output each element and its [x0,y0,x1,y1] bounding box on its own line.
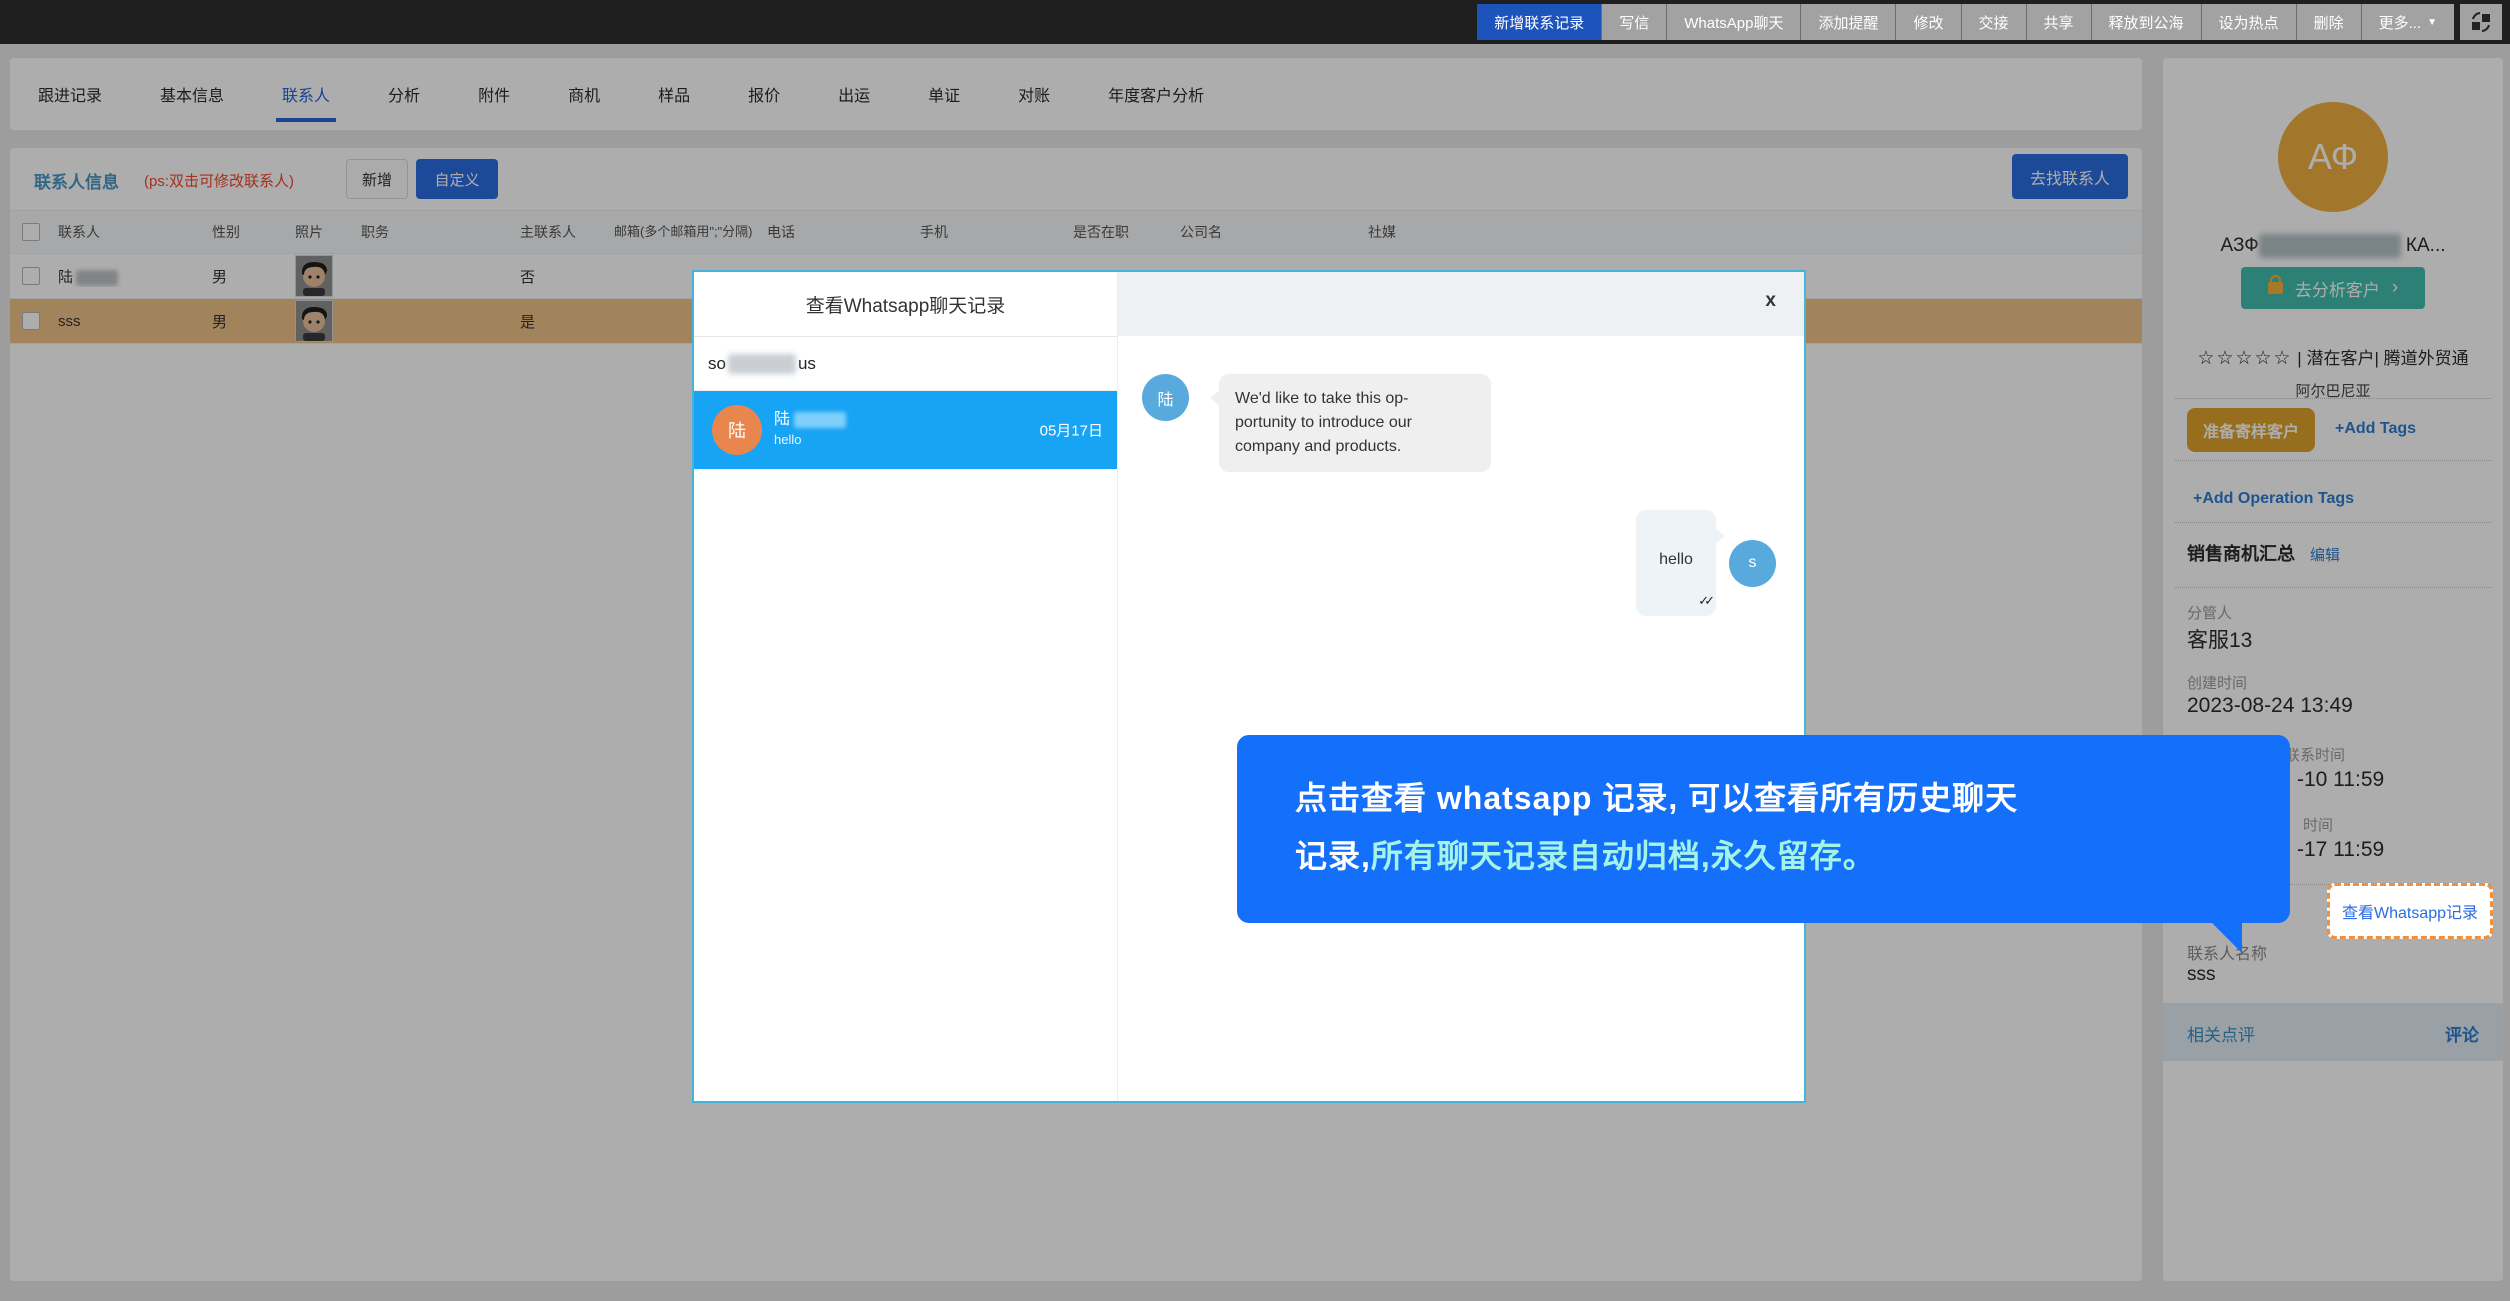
toolbar-button-whatsapp-chat[interactable]: WhatsApp聊天 [1666,4,1800,40]
top-toolbar: 新增联系记录 写信 WhatsApp聊天 添加提醒 修改 交接 共享 释放到公海… [0,0,2510,44]
modal-title: 查看Whatsapp聊天记录 [694,272,1117,337]
chat-search-row[interactable]: so us [694,337,1117,391]
caret-down-icon: ▼ [2427,17,2437,28]
sender-avatar: 陆 [1142,374,1189,421]
tooltip-line2-highlight: 所有聊天记录自动归档,永久留存。 [1371,838,1876,874]
chat-panel-header: x [1118,272,1804,336]
tooltip-line1: 点击查看 whatsapp 记录, 可以查看所有历史聊天 [1295,769,2260,827]
chat-date: 05月17日 [1040,420,1103,441]
tooltip-line2: 记录,所有聊天记录自动归档,永久留存。 [1295,827,2260,885]
switch-view-icon-glyph [2470,11,2492,33]
whatsapp-records-modal: 查看Whatsapp聊天记录 so us 陆 陆 hello 05月17日 x [692,270,1806,1103]
chat-avatar: 陆 [712,405,762,455]
crm-page: 新增联系记录 写信 WhatsApp聊天 添加提醒 修改 交接 共享 释放到公海… [0,0,2510,1301]
toolbar-button-modify[interactable]: 修改 [1895,4,1960,40]
toolbar-button-handover[interactable]: 交接 [1961,4,2026,40]
toolbar-button-add-reminder[interactable]: 添加提醒 [1800,4,1895,40]
toolbar-button-delete[interactable]: 删除 [2296,4,2361,40]
toolbar-button-share[interactable]: 共享 [2026,4,2091,40]
tour-tooltip: 点击查看 whatsapp 记录, 可以查看所有历史聊天 记录,所有聊天记录自动… [1237,735,2290,923]
toolbar-button-group: 新增联系记录 写信 WhatsApp聊天 添加提醒 修改 交接 共享 释放到公海… [1477,4,2454,40]
delivered-double-check-icon: ✓✓ [1698,589,1710,613]
search-text-suffix: us [798,354,816,374]
chat-info: 陆 hello [774,410,846,450]
sent-message: hello ✓✓ s [1636,510,1776,616]
chat-last-message: hello [774,430,846,450]
tooltip-line2-normal: 记录, [1295,838,1371,874]
sent-bubble: hello ✓✓ [1636,510,1716,616]
sent-text: hello [1659,551,1693,568]
chat-contact-name: 陆 [774,411,790,428]
toolbar-button-more[interactable]: 更多... ▼ [2361,4,2454,40]
switch-view-icon[interactable] [2460,4,2502,40]
received-message: 陆 We'd like to take this op- portunity t… [1142,374,1804,472]
toolbar-button-write-mail[interactable]: 写信 [1601,4,1666,40]
more-label: 更多... [2379,12,2422,33]
chat-list-item-selected[interactable]: 陆 陆 hello 05月17日 [694,391,1117,469]
toolbar-button-set-hot[interactable]: 设为热点 [2201,4,2296,40]
toolbar-button-release-to-pool[interactable]: 释放到公海 [2091,4,2201,40]
chat-messages-panel: x 陆 We'd like to take this op- portunity… [1118,272,1804,1101]
redacted-chat-name [794,412,846,428]
view-whatsapp-records-button[interactable]: 查看Whatsapp记录 [2327,883,2493,939]
close-icon[interactable]: x [1765,290,1776,312]
received-bubble: We'd like to take this op- portunity to … [1219,374,1491,472]
own-avatar: s [1729,540,1776,587]
toolbar-button-new-contact-record[interactable]: 新增联系记录 [1477,4,1601,40]
redacted-search-text [728,354,796,374]
chat-list-panel: 查看Whatsapp聊天记录 so us 陆 陆 hello 05月17日 [694,272,1118,1101]
search-text-prefix: so [708,354,726,374]
